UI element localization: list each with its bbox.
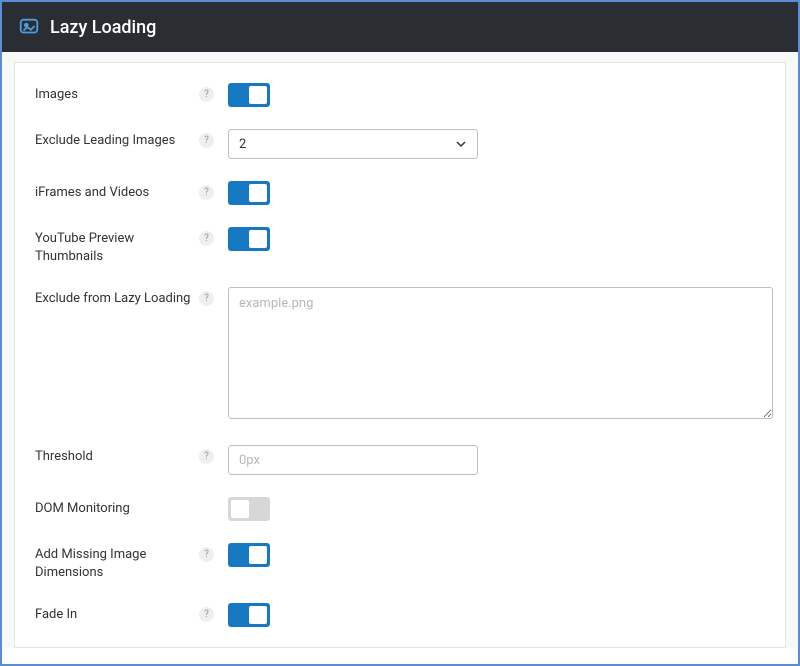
missing-dimensions-label: Add Missing Image Dimensions [35,543,199,581]
iframes-videos-label: iFrames and Videos [35,181,199,202]
iframes-videos-toggle[interactable] [228,181,270,205]
help-icon[interactable]: ? [199,607,214,622]
help-icon[interactable]: ? [199,547,214,562]
help-icon[interactable]: ? [199,185,214,200]
section-header: Lazy Loading [2,2,798,52]
missing-dimensions-toggle[interactable] [228,543,270,567]
fade-in-toggle[interactable] [228,603,270,627]
select-value: 2 [239,137,246,152]
images-toggle[interactable] [228,83,270,107]
help-icon[interactable]: ? [199,231,214,246]
help-icon[interactable]: ? [199,449,214,464]
exclude-leading-images-select[interactable]: 2 [228,129,478,159]
help-icon[interactable]: ? [199,291,214,306]
exclude-lazy-loading-textarea[interactable] [228,287,773,419]
help-icon[interactable]: ? [199,133,214,148]
youtube-thumbnails-toggle[interactable] [228,227,270,251]
fade-in-label: Fade In [35,603,199,624]
youtube-thumbnails-label: YouTube Preview Thumbnails [35,227,199,265]
images-label: Images [35,83,199,104]
threshold-input[interactable] [228,445,478,475]
settings-panel: Images ? Exclude Leading Images ? 2 iFra… [14,62,786,648]
lazy-loading-icon [18,16,40,38]
section-title: Lazy Loading [50,17,156,38]
exclude-lazy-loading-label: Exclude from Lazy Loading [35,287,199,308]
exclude-leading-images-label: Exclude Leading Images [35,129,199,150]
help-icon[interactable]: ? [199,87,214,102]
chevron-down-icon [455,138,467,150]
dom-monitoring-toggle[interactable] [228,497,270,521]
dom-monitoring-label: DOM Monitoring [35,497,199,518]
threshold-label: Threshold [35,445,199,466]
